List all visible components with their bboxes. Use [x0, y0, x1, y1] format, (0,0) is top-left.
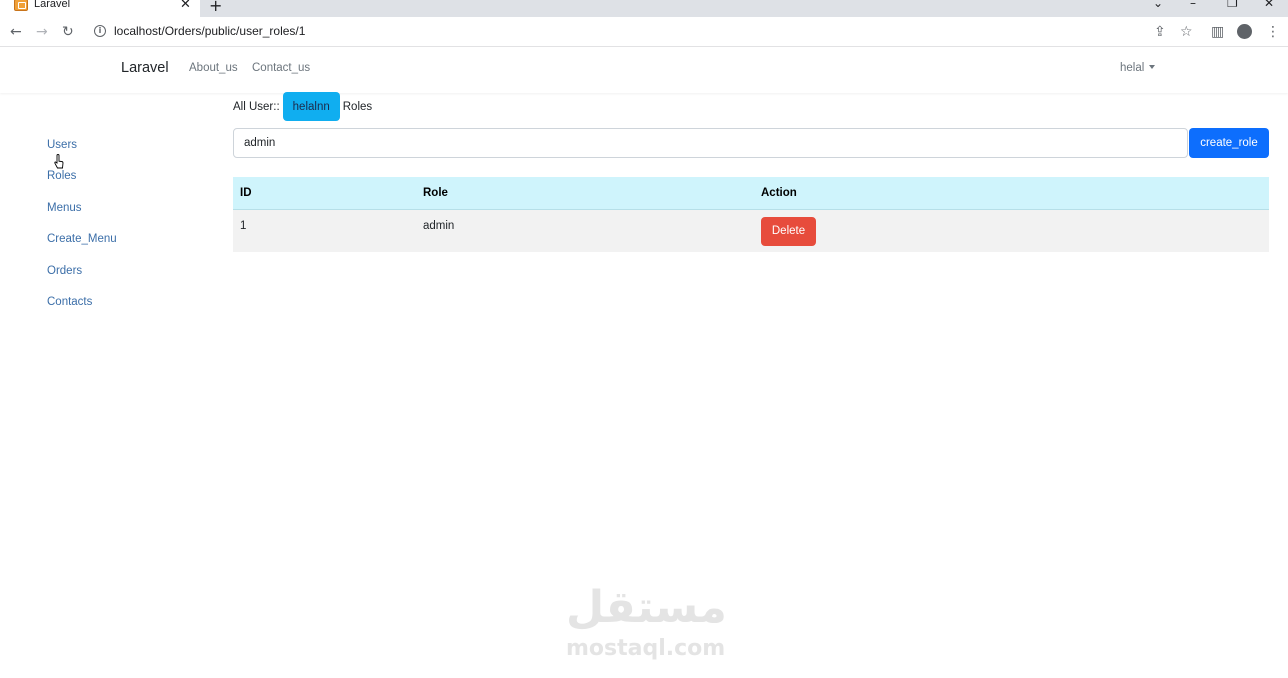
share-icon[interactable]: ⇪: [1154, 24, 1166, 40]
profile-avatar-icon[interactable]: [1237, 24, 1252, 39]
bookmark-star-icon[interactable]: ☆: [1180, 24, 1193, 40]
sidebar-item-orders[interactable]: Orders: [47, 265, 82, 277]
watermark-arabic: مستقل: [566, 582, 727, 633]
column-header-id: ID: [233, 177, 416, 210]
browser-toolbar: ← → ↻ i localhost/Orders/public/user_rol…: [0, 17, 1288, 47]
sidebar-item-users[interactable]: Users: [47, 139, 77, 151]
column-header-action: Action: [754, 177, 1269, 210]
breadcrumb-roles: Roles: [342, 100, 373, 113]
side-panel-icon[interactable]: ▥: [1211, 24, 1224, 40]
table-header-row: ID Role Action: [233, 177, 1269, 210]
role-input[interactable]: [233, 128, 1188, 158]
hand-cursor-icon: [54, 154, 64, 169]
create-role-button[interactable]: create_role: [1189, 128, 1269, 158]
tab-title: Laravel: [34, 0, 71, 10]
breadcrumb-all-users[interactable]: All User::: [233, 101, 280, 113]
sidebar: Users Roles Menus Create_Menu Orders Con…: [0, 94, 220, 374]
delete-button[interactable]: Delete: [761, 216, 816, 246]
column-header-role: Role: [416, 177, 754, 210]
new-tab-button[interactable]: +: [209, 0, 222, 15]
address-bar[interactable]: i localhost/Orders/public/user_roles/1: [86, 20, 1196, 44]
breadcrumb: All User:: helalnn Roles: [233, 92, 372, 121]
laravel-favicon-icon: [14, 0, 28, 11]
tab-search-icon[interactable]: ⌄: [1153, 0, 1163, 10]
table-row: 1 admin Delete: [233, 209, 1269, 252]
roles-table: ID Role Action 1 admin Delete: [233, 177, 1269, 252]
cell-id: 1: [233, 209, 416, 252]
browser-menu-icon[interactable]: ⋮: [1266, 24, 1280, 40]
reload-icon[interactable]: ↻: [62, 24, 74, 40]
window-close-icon[interactable]: ✕: [1264, 0, 1274, 10]
sidebar-item-contacts[interactable]: Contacts: [47, 296, 92, 308]
caret-down-icon: [1149, 65, 1156, 69]
restore-icon[interactable]: ❐: [1227, 0, 1238, 10]
user-dropdown[interactable]: helal: [1120, 62, 1156, 74]
sidebar-item-menus[interactable]: Menus: [47, 202, 82, 214]
sidebar-item-roles[interactable]: Roles: [47, 170, 76, 182]
cell-role: admin: [416, 209, 754, 252]
tab-close-icon[interactable]: ✕: [180, 0, 191, 12]
user-name: helal: [1120, 62, 1145, 74]
nav-about-us[interactable]: About_us: [189, 62, 238, 74]
current-user-badge[interactable]: helalnn: [282, 92, 340, 121]
url-text[interactable]: localhost/Orders/public/user_roles/1: [114, 24, 305, 38]
watermark-latin: mostaql.com: [566, 636, 726, 661]
browser-tab[interactable]: Laravel ✕: [0, 0, 200, 17]
cell-action: Delete: [754, 209, 1269, 252]
site-info-icon[interactable]: i: [94, 25, 106, 37]
sidebar-item-create-menu[interactable]: Create_Menu: [47, 233, 117, 245]
browser-tabstrip: Laravel ✕ + ⌄ – ❐ ✕: [0, 0, 1288, 17]
nav-contact-us[interactable]: Contact_us: [252, 62, 310, 74]
forward-icon[interactable]: →: [36, 24, 48, 40]
back-icon[interactable]: ←: [10, 24, 22, 40]
minimize-icon[interactable]: –: [1190, 0, 1196, 10]
app-navbar: Laravel About_us Contact_us helal: [0, 47, 1288, 93]
brand-link[interactable]: Laravel: [121, 60, 169, 76]
